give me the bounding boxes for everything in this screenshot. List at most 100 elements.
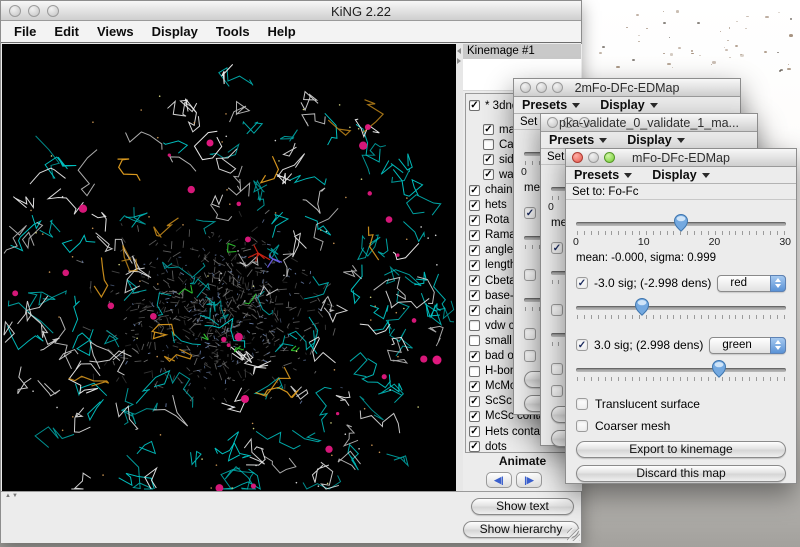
close-icon[interactable] (9, 5, 21, 17)
title-bar[interactable]: mFo-DFc-EDMap (566, 149, 796, 167)
menu-edit[interactable]: Edit (45, 24, 88, 39)
window-title: 2mFo-DFc-EDMap (514, 81, 740, 95)
title-bar[interactable]: 2mFo-DFc-EDMap (514, 79, 740, 97)
checkbox[interactable]: ✓ (551, 242, 563, 254)
zoom-window-icon[interactable] (47, 5, 59, 17)
level-slider[interactable] (576, 360, 786, 384)
checkbox[interactable] (551, 363, 563, 375)
display-menu[interactable]: Display (652, 168, 709, 182)
show-text-button[interactable]: Show text (471, 498, 574, 515)
presets-menu[interactable]: Presets (574, 168, 632, 182)
checkbox[interactable]: ✓ (483, 169, 494, 180)
slider-track[interactable] (576, 306, 786, 310)
window-title: KiNG 2.22 (331, 4, 391, 19)
show-hierarchy-button[interactable]: Show hierarchy (463, 521, 579, 538)
checkbox[interactable]: ✓ (469, 245, 480, 256)
checkbox[interactable] (551, 304, 563, 316)
checkbox[interactable]: ✓ (469, 305, 480, 316)
resize-grip[interactable] (567, 528, 580, 541)
checkbox[interactable]: ✓ (469, 100, 480, 111)
checkbox[interactable]: ✓ (469, 260, 480, 271)
presets-menu[interactable]: Presets (549, 133, 607, 147)
set-to-label: Set to: Fo-Fc (566, 184, 796, 200)
menu-tools[interactable]: Tools (207, 24, 259, 39)
checkbox[interactable] (483, 139, 494, 150)
checkbox[interactable] (524, 328, 536, 340)
menu-views[interactable]: Views (88, 24, 143, 39)
checkbox[interactable]: ✓ (576, 277, 588, 289)
slider-thumb[interactable] (635, 298, 649, 316)
chevron-down-icon (599, 138, 607, 143)
molecule-canvas[interactable] (2, 44, 456, 491)
checkbox[interactable] (524, 350, 536, 362)
checkbox[interactable]: ✓ (469, 200, 480, 211)
checkbox[interactable]: ✓ (469, 411, 480, 422)
checkbox[interactable]: ✓ (469, 215, 480, 226)
slider-ticks (577, 377, 785, 381)
display-menu[interactable]: Display (600, 98, 657, 112)
title-bar[interactable]: KiNG 2.22 (1, 1, 581, 21)
chevron-down-icon (702, 173, 710, 178)
checkbox[interactable]: ✓ (469, 441, 480, 452)
level-slider[interactable]: 0102030 (576, 214, 786, 248)
checkbox[interactable]: ✓ (469, 230, 480, 241)
level-row-high: ✓ 3.0 sig; (2.998 dens) green (576, 336, 786, 354)
discard-map-button[interactable]: Discard this map (576, 465, 786, 482)
animate-next-button[interactable]: |▶ (516, 472, 542, 488)
collapse-right-icon[interactable] (457, 58, 461, 64)
slider-track[interactable] (576, 368, 786, 372)
tree-item-label: hets (485, 199, 507, 211)
title-bar[interactable]: pka-validate_0_validate_1_ma... (541, 114, 757, 132)
chevron-down-icon (572, 103, 580, 108)
checkbox[interactable] (469, 366, 480, 377)
window-title: mFo-DFc-EDMap (566, 151, 796, 165)
checkbox[interactable]: ✓ (576, 339, 588, 351)
select-stepper-icon (770, 337, 786, 354)
checkbox[interactable] (469, 320, 480, 331)
translucent-checkbox-row: Translucent surface (576, 396, 786, 412)
select-stepper-icon (770, 275, 786, 292)
display-menu[interactable]: Display (627, 133, 684, 147)
checkbox[interactable] (469, 335, 480, 346)
export-to-kinemage-button[interactable]: Export to kinemage (576, 441, 786, 458)
tree-item-label: dots (485, 441, 507, 453)
checkbox[interactable]: ✓ (483, 124, 494, 135)
menu-help[interactable]: Help (259, 24, 305, 39)
slider-thumb[interactable] (674, 214, 688, 232)
checkbox[interactable]: ✓ (524, 207, 536, 219)
checkbox[interactable]: ✓ (469, 426, 480, 437)
checkbox[interactable]: ✓ (469, 396, 480, 407)
checkbox[interactable]: ✓ (469, 290, 480, 301)
level-slider[interactable] (576, 298, 786, 322)
minimize-icon[interactable] (28, 5, 40, 17)
checkbox[interactable]: ✓ (469, 185, 480, 196)
color-select[interactable]: green (709, 337, 786, 354)
checkbox[interactable] (551, 385, 563, 397)
checkbox[interactable]: ✓ (483, 154, 494, 165)
coarser-mesh-checkbox-row: Coarser mesh (576, 418, 786, 434)
slider-tick-labels: 0102030 (573, 236, 791, 248)
slider-thumb[interactable] (712, 360, 726, 378)
slider-ticks (577, 231, 785, 235)
menu-file[interactable]: File (5, 24, 45, 39)
checkbox[interactable] (576, 398, 588, 410)
checkbox[interactable] (576, 420, 588, 432)
kinemage-list-item[interactable]: Kinemage #1 (463, 44, 581, 59)
checkbox[interactable]: ✓ (469, 381, 480, 392)
checkbox[interactable]: ✓ (469, 351, 480, 362)
color-select[interactable]: red (717, 275, 786, 292)
level-row-low: ✓ -3.0 sig; (-2.998 dens) red (576, 274, 786, 292)
splitter-collapse-icon[interactable]: ▲▼ (5, 493, 19, 499)
checkbox[interactable] (524, 269, 536, 281)
animate-prev-button[interactable]: ◀| (486, 472, 512, 488)
king-main-window: KiNG 2.22 File Edit Views Display Tools … (0, 0, 582, 543)
menu-display[interactable]: Display (143, 24, 207, 39)
collapse-left-icon[interactable] (457, 48, 461, 54)
presets-menu[interactable]: Presets (522, 98, 580, 112)
checkbox[interactable]: ✓ (469, 275, 480, 286)
splitter-handle[interactable] (456, 44, 463, 491)
edmap-dialog-mfo: mFo-DFc-EDMap Presets Display Set to: Fo… (565, 148, 797, 484)
dialog-menu-bar: Presets Display (541, 132, 757, 149)
window-title: pka-validate_0_validate_1_ma... (541, 116, 757, 130)
chevron-down-icon (624, 173, 632, 178)
